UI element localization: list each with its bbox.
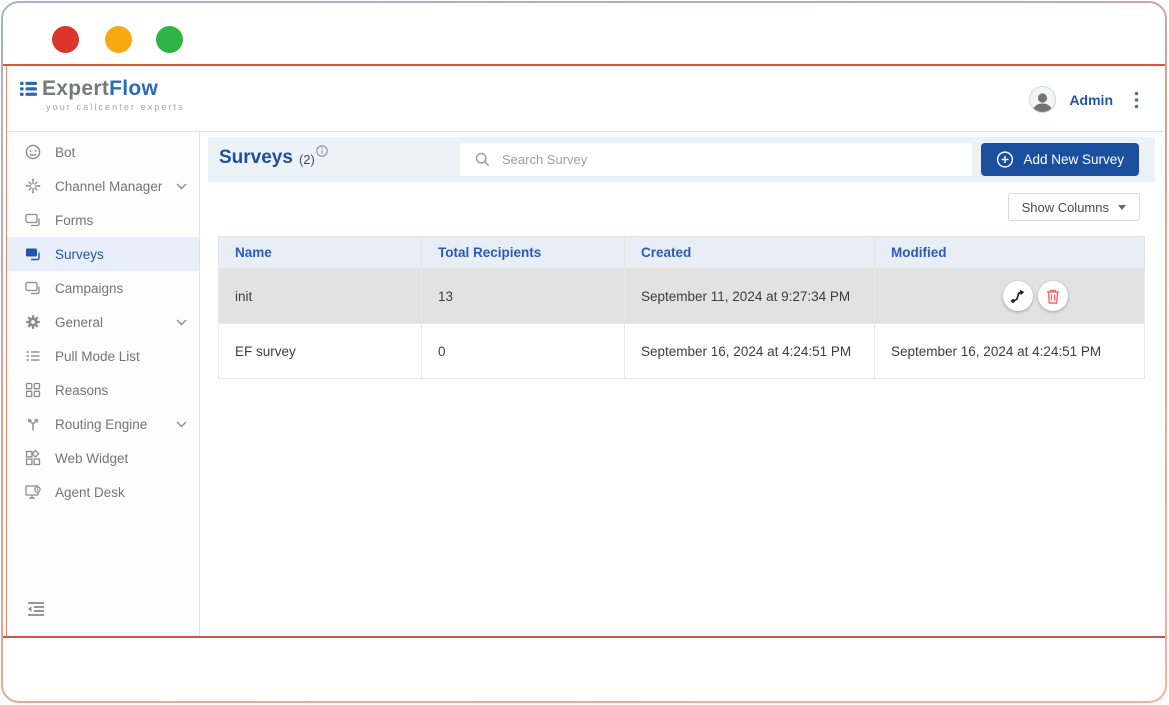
bot-icon [24, 143, 42, 161]
cell-actions [875, 269, 1145, 324]
chevron-down-icon [176, 421, 187, 428]
cell-name: init [219, 269, 422, 324]
show-columns-button[interactable]: Show Columns [1008, 193, 1140, 221]
expertflow-logo: ExpertFlow your callcenter experts [20, 77, 185, 112]
channel-hub-icon [24, 177, 42, 195]
survey-count-badge: (2) [299, 152, 315, 167]
sidebar-item-label: Bot [55, 145, 75, 160]
cell-created: September 11, 2024 at 9:27:34 PM [625, 269, 875, 324]
sidebar-item-label: Reasons [55, 383, 108, 398]
maximize-window-button[interactable] [156, 26, 183, 53]
sidebar-item-label: Surveys [55, 247, 104, 262]
form-icon [24, 211, 42, 229]
sidebar-item-label: Forms [55, 213, 93, 228]
bottom-divider [3, 636, 1165, 638]
browser-window: ExpertFlow your callcenter experts Admin [1, 1, 1167, 703]
column-header-name: Name [219, 237, 422, 269]
main-content: Surveys (2) [200, 132, 1165, 636]
widgets-icon [24, 449, 42, 467]
add-new-survey-label: Add New Survey [1023, 152, 1124, 167]
sidebar-item-channel-manager[interactable]: Channel Manager [7, 169, 199, 203]
list-icon [24, 347, 42, 365]
user-menu: Admin [1029, 86, 1139, 113]
person-avatar-icon[interactable] [1029, 86, 1056, 113]
sidebar-item-pull-mode-list[interactable]: Pull Mode List [7, 339, 199, 373]
indent-decrease-icon[interactable] [27, 601, 45, 622]
app-frame: ExpertFlow your callcenter experts Admin [6, 66, 1166, 636]
sidebar-item-label: Agent Desk [55, 485, 125, 500]
call-split-icon [24, 415, 42, 433]
app-header: ExpertFlow your callcenter experts Admin [7, 66, 1165, 132]
page-title: Surveys [219, 147, 293, 169]
window-titlebar [3, 3, 1165, 64]
sidebar-item-label: Channel Manager [55, 179, 162, 194]
search-input[interactable] [502, 152, 972, 167]
table-header-row: Name Total Recipients Created Modified [219, 237, 1145, 269]
table-row[interactable]: init 13 September 11, 2024 at 9:27:34 PM [219, 269, 1145, 324]
column-header-modified: Modified [875, 237, 1145, 269]
sidebar-item-reasons[interactable]: Reasons [7, 373, 199, 407]
sidebar: Bot Channel Manager [7, 132, 200, 636]
column-header-created: Created [625, 237, 875, 269]
survey-icon [24, 245, 42, 263]
expertflow-bars-icon [20, 80, 38, 98]
sidebar-item-agent-desk[interactable]: Agent Desk [7, 475, 199, 509]
search-box [460, 143, 972, 176]
page-toolbar: Surveys (2) [208, 137, 1155, 182]
cell-total-recipients: 13 [422, 269, 625, 324]
sidebar-item-routing-engine[interactable]: Routing Engine [7, 407, 199, 441]
caret-down-icon [1118, 205, 1126, 210]
delete-survey-button[interactable] [1038, 281, 1068, 311]
sidebar-item-bot[interactable]: Bot [7, 135, 199, 169]
minimize-window-button[interactable] [105, 26, 132, 53]
grid-icon [24, 381, 42, 399]
info-icon[interactable] [316, 144, 328, 162]
add-new-survey-button[interactable]: Add New Survey [981, 143, 1139, 176]
logo-tagline: your callcenter experts [46, 102, 185, 112]
sidebar-item-label: Routing Engine [55, 417, 147, 432]
search-icon [473, 152, 491, 167]
sidebar-item-label: Campaigns [55, 281, 123, 296]
trash-icon [1045, 288, 1061, 305]
show-columns-label: Show Columns [1022, 200, 1109, 215]
kebab-menu-icon[interactable] [1134, 91, 1139, 109]
table-row[interactable]: EF survey 0 September 16, 2024 at 4:24:5… [219, 324, 1145, 379]
sidebar-item-label: General [55, 315, 103, 330]
gear-icon [24, 313, 42, 331]
cell-total-recipients: 0 [422, 324, 625, 379]
chevron-down-icon [176, 319, 187, 326]
column-header-total-recipients: Total Recipients [422, 237, 625, 269]
cell-modified: September 16, 2024 at 4:24:51 PM [875, 324, 1145, 379]
route-flow-icon [1009, 287, 1027, 305]
user-name[interactable]: Admin [1069, 92, 1113, 108]
surveys-table: Name Total Recipients Created Modified i… [218, 236, 1145, 379]
sidebar-item-web-widget[interactable]: Web Widget [7, 441, 199, 475]
sidebar-item-forms[interactable]: Forms [7, 203, 199, 237]
cell-created: September 16, 2024 at 4:24:51 PM [625, 324, 875, 379]
sidebar-item-label: Pull Mode List [55, 349, 140, 364]
open-flow-button[interactable] [1003, 281, 1033, 311]
sidebar-item-general[interactable]: General [7, 305, 199, 339]
agent-desk-icon [24, 483, 42, 501]
close-window-button[interactable] [52, 26, 79, 53]
plus-circle-icon [996, 150, 1014, 169]
chevron-down-icon [176, 183, 187, 190]
cell-name: EF survey [219, 324, 422, 379]
sidebar-item-label: Web Widget [55, 451, 128, 466]
campaign-icon [24, 279, 42, 297]
sidebar-item-campaigns[interactable]: Campaigns [7, 271, 199, 305]
logo-text: ExpertFlow [42, 77, 158, 101]
sidebar-item-surveys[interactable]: Surveys [7, 237, 199, 271]
